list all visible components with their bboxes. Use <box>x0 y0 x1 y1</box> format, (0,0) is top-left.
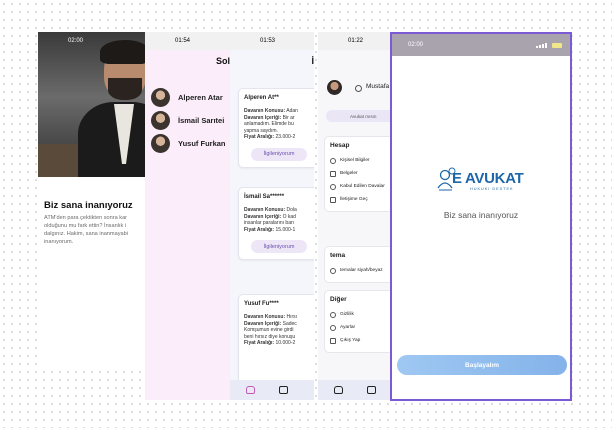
menu-item-documents[interactable]: Belgeler <box>330 167 390 180</box>
status-time: 01:53 <box>260 38 276 44</box>
case-card[interactable]: Yusuf Fu**** Davanın Konusu: Hırsı Davan… <box>238 294 314 386</box>
section-title: tema <box>330 252 346 259</box>
status-time: 02:00 <box>408 42 424 48</box>
lawyer-question-button[interactable]: Avukat mısın <box>326 110 393 122</box>
page-title: Sol <box>215 56 230 66</box>
status-time: 01:22 <box>348 38 364 44</box>
tagline: Biz sana inanıyoruz <box>443 210 519 220</box>
bottom-nav <box>318 380 393 400</box>
splash-screen: 02:00 E AVUKAT HUKUKI DESTEK Biz sana in… <box>390 32 572 401</box>
interested-button[interactable]: İlgileniyorum <box>251 147 307 161</box>
chat-icon <box>330 196 336 203</box>
theme-section: tema temalar siyah/beyaz <box>324 246 393 283</box>
status-bar: 02:00 <box>392 34 570 56</box>
user-icon <box>330 157 336 164</box>
case-card[interactable]: Alperen At** Davanın Konusu: Adan Davanı… <box>238 88 314 168</box>
case-price: Fiyat Aralığı: 10.000-2 <box>244 340 296 346</box>
contact-name: Alperen Atar <box>178 93 223 102</box>
mail-icon[interactable] <box>279 386 288 394</box>
avatar <box>151 134 170 153</box>
case-price: Fiyat Aralığı: 23.000-2 <box>244 134 296 140</box>
interested-button[interactable]: İlgileniyorum <box>251 240 307 253</box>
section-title: Hesap <box>330 142 350 149</box>
status-bar: 01:22 <box>318 32 393 50</box>
brand-name: E AVUKAT <box>452 170 524 187</box>
contact-item[interactable]: Yusuf Furkan <box>151 134 226 153</box>
case-price: Fiyat Aralığı: 15.000-1 <box>244 226 296 233</box>
privacy-icon <box>330 311 336 318</box>
status-time: 02:00 <box>68 38 84 44</box>
contacts-screen: 01:54 Sol Alperen Atar İsmail Sarıtei Yu… <box>145 32 238 400</box>
mail-icon[interactable] <box>367 386 376 394</box>
status-bar: 01:54 <box>145 32 238 50</box>
other-section: Diğer Gizlilik Ayarlar Çıkış Yap <box>324 290 393 353</box>
status-bar: 01:53 <box>230 32 314 50</box>
contact-item[interactable]: Alperen Atar <box>151 88 223 107</box>
menu-item-contact[interactable]: İletişime Geç <box>330 193 390 206</box>
menu-item-personal-info[interactable]: Kişisel Bilgiler <box>330 154 390 167</box>
contact-item[interactable]: İsmail Sarıtei <box>151 111 224 130</box>
home-icon[interactable] <box>334 386 343 394</box>
gear-icon <box>330 324 336 331</box>
brand-subtitle: HUKUKI DESTEK <box>470 187 514 191</box>
person-beard <box>108 78 142 100</box>
case-client-name: İsmail Sa****** <box>244 194 285 200</box>
theme-icon <box>330 267 336 274</box>
case-client-name: Alperen At** <box>244 95 279 101</box>
logout-icon <box>330 337 336 344</box>
case-card[interactable]: İsmail Sa****** Davanın Konusu: Dola Dav… <box>238 187 314 260</box>
menu-item-theme[interactable]: temalar siyah/beyaz <box>330 264 390 277</box>
cases-screen: 01:53 İ Alperen At** Davanın Konusu: Ada… <box>230 32 314 400</box>
profile-screen: 01:22 Mustafa Avukat mısın Hesap Kişisel… <box>318 32 393 400</box>
page-title: İ <box>311 56 314 66</box>
signal-icon <box>536 42 547 48</box>
status-icons <box>536 42 562 48</box>
case-client-name: Yusuf Fu**** <box>244 301 279 307</box>
start-button[interactable]: Başlayalım <box>397 355 567 375</box>
status-time: 01:54 <box>175 38 191 44</box>
menu-item-privacy[interactable]: Gizlilik <box>330 308 390 321</box>
avatar <box>327 80 342 95</box>
home-icon[interactable] <box>246 386 255 394</box>
profile-name: Mustafa <box>366 83 390 90</box>
avatar <box>151 88 170 107</box>
gear-icon <box>330 183 336 190</box>
avatar <box>151 111 170 130</box>
verified-icon <box>355 85 362 92</box>
menu-item-logout[interactable]: Çıkış Yap <box>330 334 390 347</box>
menu-item-settings[interactable]: Ayarlar <box>330 321 390 334</box>
battery-icon <box>552 42 562 48</box>
menu-item-accepted-cases[interactable]: Kabul Edilen Davalar <box>330 180 390 193</box>
bottom-nav <box>230 380 314 400</box>
document-icon <box>330 170 336 177</box>
welcome-title: Biz sana inanıyoruz <box>44 200 133 211</box>
account-section: Hesap Kişisel Bilgiler Belgeler Kabul Ed… <box>324 136 393 212</box>
section-title: Diğer <box>330 296 347 303</box>
contact-name: Yusuf Furkan <box>178 139 226 148</box>
contact-name: İsmail Sarıtei <box>178 116 225 125</box>
